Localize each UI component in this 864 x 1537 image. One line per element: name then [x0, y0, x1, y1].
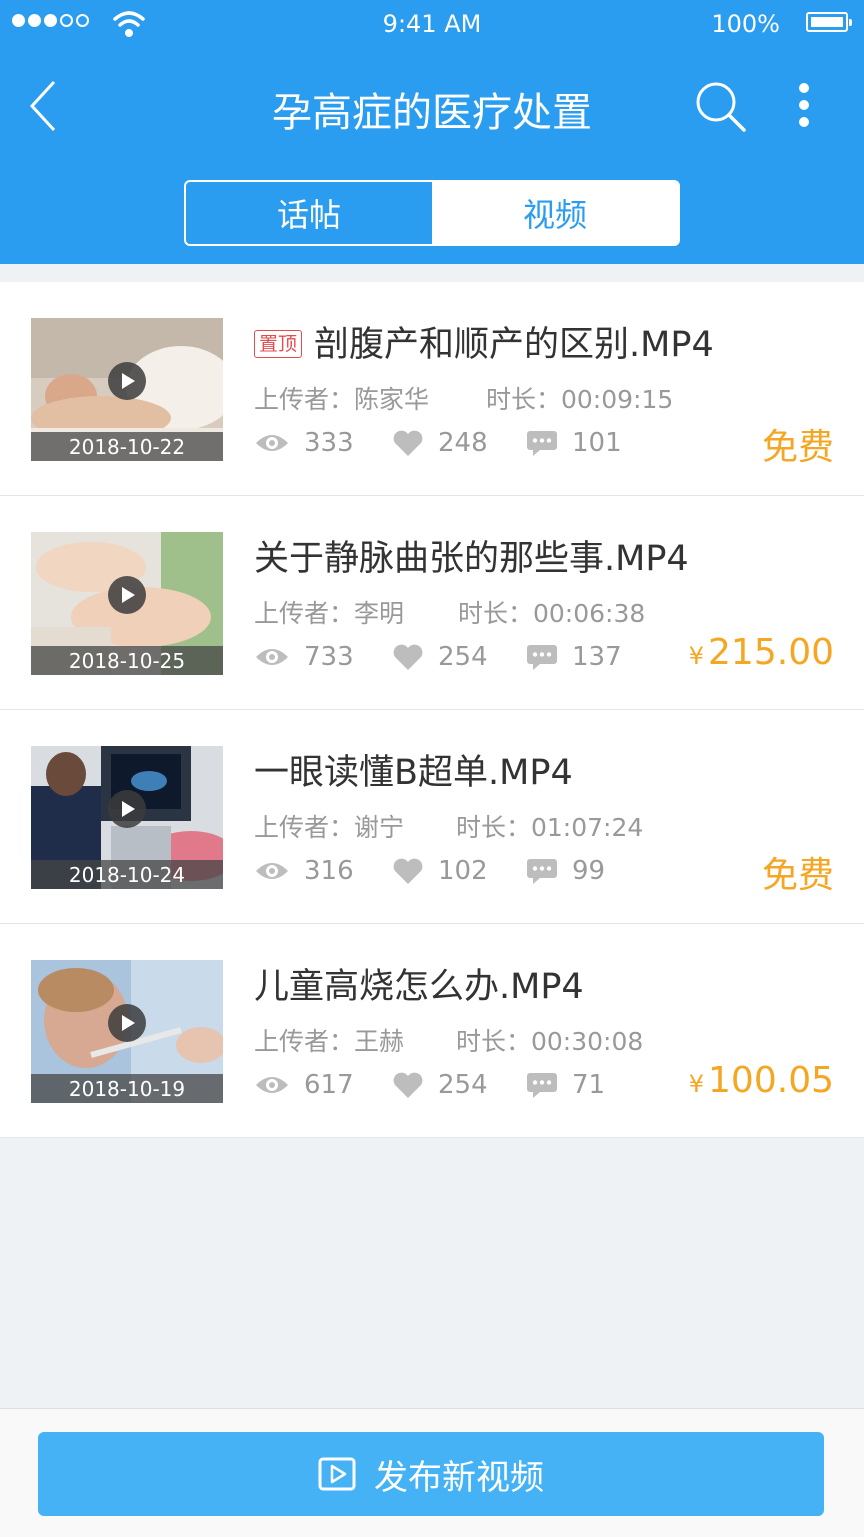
play-icon	[108, 362, 146, 400]
heart-icon	[393, 644, 423, 670]
video-date: 2018-10-22	[31, 432, 223, 461]
video-thumbnail[interactable]: 2018-10-25	[31, 532, 223, 675]
like-count[interactable]: 248	[392, 428, 488, 458]
eye-icon	[256, 863, 288, 879]
comment-count[interactable]: 101	[526, 428, 622, 458]
comment-icon	[527, 1073, 557, 1098]
video-price: ¥100.05	[688, 1060, 834, 1101]
battery-percent: 100%	[711, 10, 780, 38]
eye-icon	[256, 1077, 288, 1093]
video-list-item[interactable]: 2018-10-22 置顶 剖腹产和顺产的区别.MP4 上传者：陈家华 时长：00…	[0, 282, 864, 496]
like-count[interactable]: 254	[392, 1070, 488, 1100]
eye-icon	[256, 435, 288, 451]
tab-videos[interactable]: 视频	[432, 182, 678, 244]
duration: 时长：01:07:24	[456, 813, 644, 842]
video-thumbnail[interactable]: 2018-10-24	[31, 746, 223, 889]
like-count[interactable]: 102	[392, 856, 488, 886]
publish-video-button[interactable]: 发布新视频	[38, 1432, 824, 1516]
video-title[interactable]: 儿童高烧怎么办.MP4	[254, 958, 584, 1009]
comment-icon	[527, 431, 557, 456]
video-title[interactable]: 一眼读懂B超单.MP4	[254, 744, 573, 795]
comment-icon	[527, 645, 557, 670]
duration: 时长：00:06:38	[458, 599, 646, 628]
video-thumbnail[interactable]: 2018-10-22	[31, 318, 223, 461]
like-count[interactable]: 254	[392, 642, 488, 672]
duration: 时长：00:09:15	[486, 385, 674, 414]
video-title[interactable]: 置顶 剖腹产和顺产的区别.MP4	[254, 316, 714, 367]
heart-icon	[393, 858, 423, 884]
eye-icon	[256, 649, 288, 665]
video-list-item[interactable]: 2018-10-19 儿童高烧怎么办.MP4 上传者：王赫 时长：00:30:0…	[0, 924, 864, 1138]
uploader: 上传者：陈家华	[254, 385, 430, 414]
video-play-icon	[318, 1457, 356, 1491]
video-thumbnail[interactable]: 2018-10-19	[31, 960, 223, 1103]
video-date: 2018-10-24	[31, 860, 223, 889]
play-icon	[108, 576, 146, 614]
duration: 时长：00:30:08	[456, 1027, 644, 1056]
tab-posts[interactable]: 话帖	[186, 182, 432, 244]
video-title-text: 剖腹产和顺产的区别.MP4	[314, 325, 714, 365]
video-title[interactable]: 关于静脉曲张的那些事.MP4	[254, 530, 689, 581]
video-list: 2018-10-22 置顶 剖腹产和顺产的区别.MP4 上传者：陈家华 时长：00…	[0, 282, 864, 1138]
video-date: 2018-10-19	[31, 1074, 223, 1103]
view-count: 333	[254, 428, 354, 458]
pinned-badge: 置顶	[254, 330, 303, 358]
comment-count[interactable]: 137	[526, 642, 622, 672]
comment-count[interactable]: 99	[526, 856, 605, 886]
uploader: 上传者：王赫	[254, 1027, 405, 1056]
uploader: 上传者：李明	[254, 599, 405, 628]
play-icon	[108, 790, 146, 828]
video-date: 2018-10-25	[31, 646, 223, 675]
video-price: 免费	[761, 427, 834, 468]
video-price: 免费	[761, 855, 834, 896]
comment-count[interactable]: 71	[526, 1070, 605, 1100]
footer-bar: 发布新视频	[0, 1408, 864, 1537]
comment-icon	[527, 859, 557, 884]
publish-video-label: 发布新视频	[374, 1457, 544, 1498]
view-count: 617	[254, 1070, 354, 1100]
video-price: ¥215.00	[688, 632, 834, 673]
more-icon[interactable]	[786, 80, 822, 132]
tab-switcher: 话帖 视频	[184, 180, 680, 246]
battery-icon	[806, 12, 852, 32]
heart-icon	[393, 430, 423, 456]
status-bar: 9:41 AM 100%	[0, 0, 864, 48]
heart-icon	[393, 1072, 423, 1098]
play-icon	[108, 1004, 146, 1042]
uploader: 上传者：谢宁	[254, 813, 405, 842]
video-list-item[interactable]: 2018-10-25 关于静脉曲张的那些事.MP4 上传者：李明 时长：00:0…	[0, 496, 864, 710]
view-count: 733	[254, 642, 354, 672]
search-icon[interactable]	[690, 78, 750, 134]
header: 9:41 AM 100% 孕高症的医疗处置 话帖 视频	[0, 0, 864, 264]
video-list-item[interactable]: 2018-10-24 一眼读懂B超单.MP4 上传者：谢宁 时长：01:07:2…	[0, 710, 864, 924]
view-count: 316	[254, 856, 354, 886]
